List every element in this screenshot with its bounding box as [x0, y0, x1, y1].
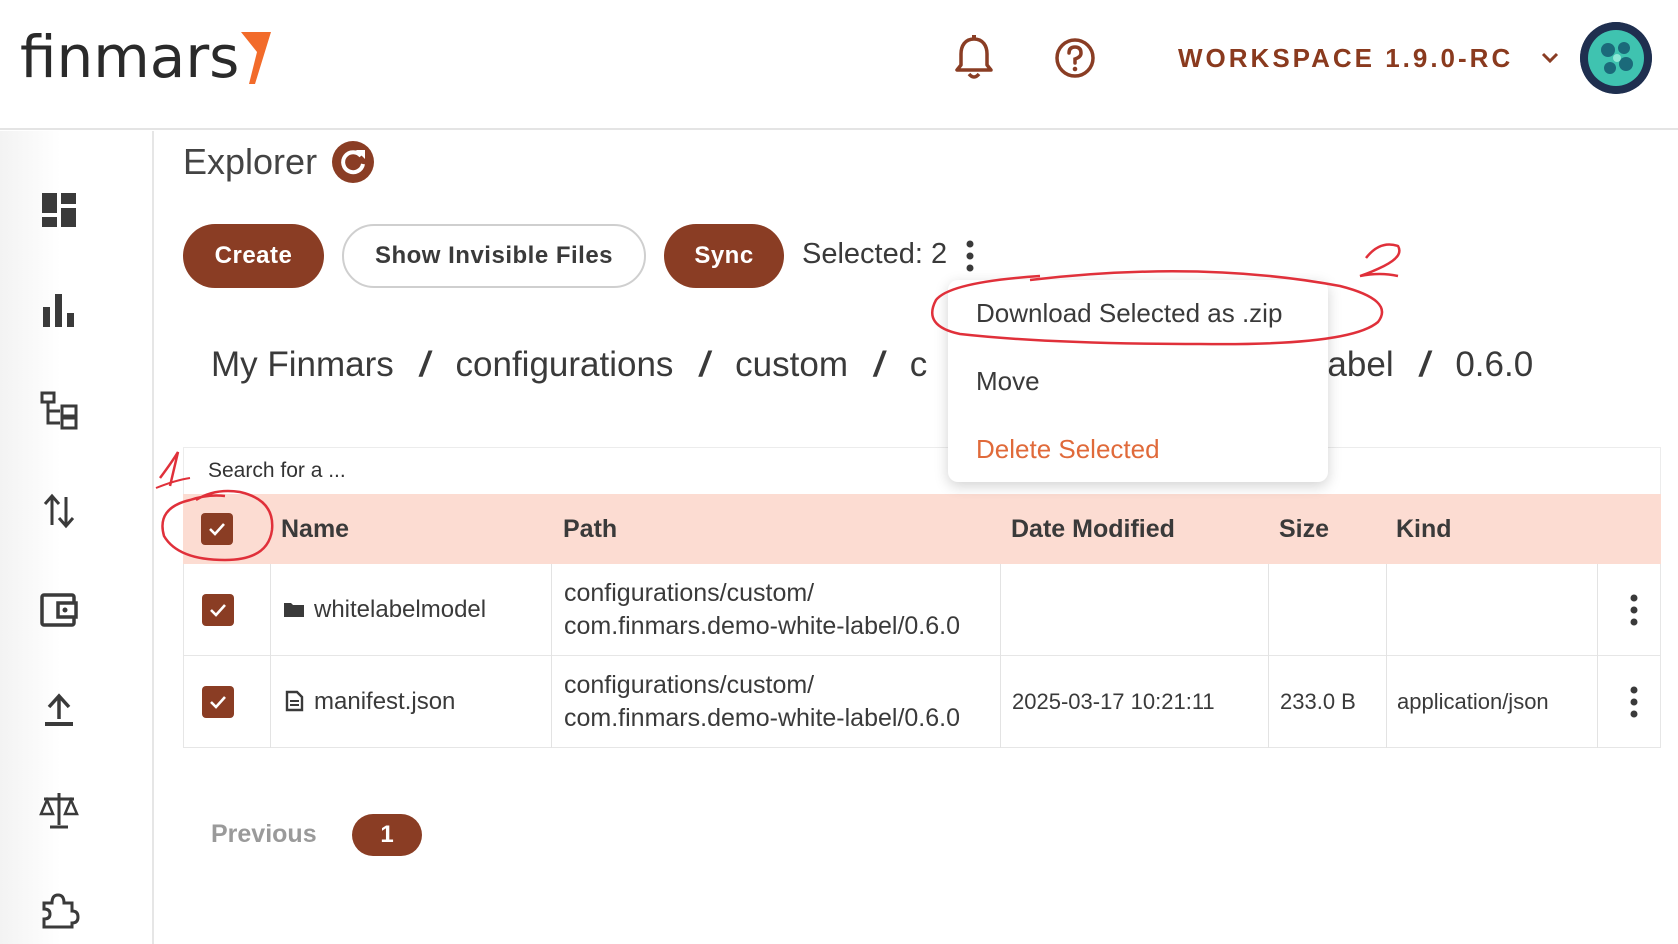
search-input[interactable]: Search for a ... [183, 447, 1661, 495]
bar-chart-icon[interactable] [38, 289, 80, 331]
date-cell: 2025-03-17 10:21:11 [1012, 689, 1215, 714]
file-name[interactable]: manifest.json [314, 688, 455, 716]
breadcrumb-item[interactable]: custom [735, 345, 848, 385]
breadcrumb-item[interactable]: configurations [456, 345, 674, 385]
name-cell: whitelabelmodel [282, 564, 486, 656]
path-line: com.finmars.demo-white-label/0.6.0 [564, 612, 960, 640]
transfer-arrows-icon[interactable] [38, 489, 80, 531]
check-icon [210, 604, 226, 617]
workspace-label: WORKSPACE 1.9.0-RC [1178, 42, 1514, 73]
column-header-name[interactable]: Name [281, 494, 349, 564]
menu-item-delete-selected[interactable]: Delete Selected [976, 434, 1160, 465]
row-checkbox[interactable] [202, 564, 234, 656]
search-placeholder: Search for a ... [208, 459, 346, 482]
finmars-logo[interactable]: finmars [20, 22, 272, 92]
column-header-path[interactable]: Path [563, 494, 617, 564]
table-header: Name Path Date Modified Size Kind [183, 494, 1661, 564]
breadcrumb-separator: / [1419, 345, 1430, 384]
check-icon [209, 523, 225, 536]
breadcrumb-tail: -label/0.6.0 [1308, 345, 1533, 385]
table-row[interactable]: whitelabelmodel configurations/custom/co… [183, 564, 1661, 656]
chevron-down-icon [1542, 52, 1559, 64]
path-line: configurations/custom/ [564, 671, 815, 699]
row-checkbox[interactable] [202, 656, 234, 748]
folder-icon [284, 603, 304, 617]
help-icon[interactable] [1053, 36, 1097, 80]
bell-icon[interactable] [952, 34, 996, 82]
file-name[interactable]: whitelabelmodel [314, 596, 486, 624]
more-vertical-icon[interactable] [960, 238, 980, 274]
breadcrumb-separator: / [873, 345, 884, 384]
breadcrumb-item[interactable]: 0.6.0 [1455, 345, 1533, 385]
upload-icon[interactable] [38, 689, 80, 731]
dashboard-icon[interactable] [38, 189, 80, 231]
selected-count: Selected: 2 [802, 238, 948, 270]
top-header: finmars WORKSPACE 1.9.0-RC [0, 0, 1678, 130]
breadcrumb-item[interactable]: c [910, 345, 928, 385]
row-actions[interactable] [1624, 656, 1644, 748]
name-cell: manifest.json [282, 656, 455, 748]
select-all-checkbox[interactable] [201, 513, 233, 545]
column-header-date-modified[interactable]: Date Modified [1011, 494, 1175, 564]
app-root: finmars WORKSPACE 1.9.0-RC Explorer Crea… [0, 0, 1678, 944]
breadcrumb-separator: / [699, 345, 710, 384]
wallet-icon[interactable] [38, 589, 80, 631]
logo-mark-icon [241, 32, 272, 84]
hierarchy-icon[interactable] [38, 389, 80, 431]
row-actions[interactable] [1624, 564, 1644, 656]
pagination-page-button[interactable]: 1 [352, 814, 422, 856]
sync-button[interactable]: Sync [664, 224, 784, 288]
selection-actions-menu: Download Selected as .zip Move Delete Se… [948, 280, 1328, 482]
create-button[interactable]: Create [183, 224, 324, 288]
check-icon [210, 696, 226, 709]
breadcrumb-item[interactable]: My Finmars [211, 345, 394, 385]
column-header-kind[interactable]: Kind [1396, 494, 1452, 564]
user-avatar[interactable] [1580, 22, 1652, 94]
workspace-selector[interactable]: WORKSPACE 1.9.0-RC [1178, 38, 1561, 78]
path-cell: configurations/custom/com.finmars.demo-w… [564, 656, 960, 748]
page-title-text: Explorer [183, 141, 318, 182]
puzzle-icon[interactable] [38, 889, 80, 931]
more-vertical-icon[interactable] [1624, 684, 1644, 720]
pagination-previous-button[interactable]: Previous [211, 820, 317, 849]
page-title: Explorer [183, 140, 375, 184]
avatar-image-icon [1580, 22, 1652, 94]
file-icon [285, 690, 304, 712]
path-line: com.finmars.demo-white-label/0.6.0 [564, 704, 960, 732]
size-cell: 233.0 B [1280, 689, 1356, 714]
path-line: configurations/custom/ [564, 579, 815, 607]
more-vertical-icon[interactable] [1624, 592, 1644, 628]
kind-cell: application/json [1397, 689, 1549, 714]
menu-item-move[interactable]: Move [976, 366, 1040, 397]
table-row[interactable]: manifest.json configurations/custom/com.… [183, 656, 1661, 748]
left-sidebar [0, 131, 154, 944]
scale-icon[interactable] [38, 789, 80, 831]
show-invisible-files-button[interactable]: Show Invisible Files [342, 224, 646, 288]
column-header-size[interactable]: Size [1279, 494, 1329, 564]
refresh-icon[interactable] [331, 140, 375, 184]
logo-text: finmars [20, 23, 240, 91]
path-cell: configurations/custom/com.finmars.demo-w… [564, 564, 960, 656]
breadcrumb: My Finmars / configurations / custom / c [211, 345, 927, 385]
breadcrumb-separator: / [419, 345, 430, 384]
menu-item-download-zip[interactable]: Download Selected as .zip [976, 298, 1282, 329]
